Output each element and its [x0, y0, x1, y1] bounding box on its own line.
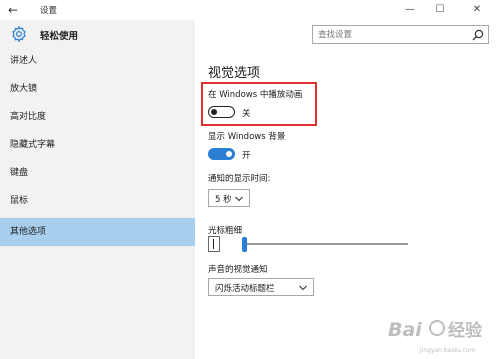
minimize-button[interactable]: —	[395, 0, 425, 20]
sidebar-item-high-contrast[interactable]: 高对比度	[0, 104, 195, 131]
close-button[interactable]: ✕	[462, 0, 492, 20]
window-title: 设置	[40, 6, 58, 16]
background-state: 开	[242, 151, 251, 161]
search-icon[interactable]	[472, 29, 484, 41]
background-toggle[interactable]	[208, 148, 235, 160]
cursor-thickness-label: 光标粗细	[208, 226, 243, 236]
visual-notification-select[interactable]: 闪烁活动标题栏	[208, 278, 314, 296]
svg-text:Bai: Bai	[388, 319, 422, 341]
sidebar: 轻松使用 讲述人 放大镜 高对比度 隐藏式字幕 键盘 鼠标 其他选项	[0, 20, 195, 359]
svg-text:jingyan.baidu.com: jingyan.baidu.com	[419, 347, 476, 354]
gear-icon	[12, 25, 26, 43]
cursor-thickness-slider-track[interactable]	[244, 243, 408, 245]
maximize-button[interactable]: ☐	[425, 0, 455, 20]
visual-notification-value: 闪烁活动标题栏	[215, 284, 275, 294]
search-input[interactable]	[318, 28, 468, 41]
cursor-preview	[208, 236, 220, 252]
background-label: 显示 Windows 背景	[208, 132, 286, 142]
notification-time-value: 5 秒	[215, 195, 232, 205]
svg-text:经验: 经验	[448, 320, 483, 341]
cursor-thickness-slider-thumb[interactable]	[242, 237, 247, 252]
animations-label: 在 Windows 中播放动画	[208, 90, 303, 100]
chevron-down-icon	[299, 285, 307, 291]
sidebar-item-other-options[interactable]: 其他选项	[0, 218, 195, 246]
sidebar-item-keyboard[interactable]: 键盘	[0, 160, 195, 187]
back-button[interactable]: ←	[8, 3, 24, 17]
toggle-knob	[211, 108, 217, 115]
chevron-down-icon	[235, 196, 243, 202]
visual-notification-label: 声音的视觉通知	[208, 265, 268, 275]
sidebar-item-closed-captions[interactable]: 隐藏式字幕	[0, 132, 195, 159]
animations-state: 关	[242, 109, 251, 119]
cursor-caret	[213, 239, 214, 249]
section-title: 视觉选项	[208, 66, 261, 81]
search-box[interactable]	[312, 25, 489, 44]
baidu-watermark-logo: Bai 经验 jingyan.baidu.com	[388, 319, 483, 354]
title-bar: ← 设置 — ☐ ✕	[0, 0, 500, 20]
sidebar-header: 轻松使用	[0, 20, 195, 48]
animations-toggle[interactable]	[208, 106, 235, 118]
sidebar-item-magnifier[interactable]: 放大镜	[0, 76, 195, 103]
sidebar-title: 轻松使用	[40, 31, 79, 42]
notification-time-label: 通知的显示时间:	[208, 174, 271, 184]
toggle-knob	[226, 150, 232, 157]
sidebar-item-mouse[interactable]: 鼠标	[0, 188, 195, 215]
notification-time-select[interactable]: 5 秒	[208, 189, 250, 207]
sidebar-item-narrator[interactable]: 讲述人	[0, 48, 195, 75]
